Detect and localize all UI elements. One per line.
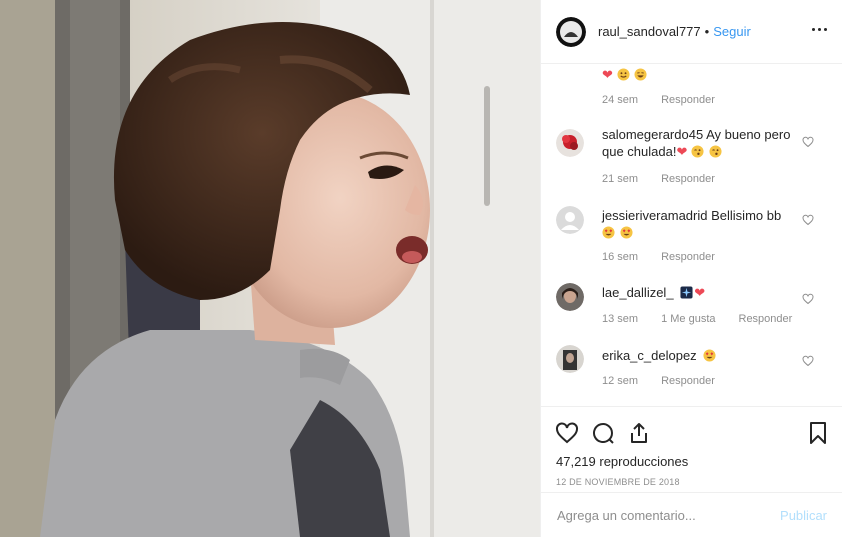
- comment-like-icon[interactable]: [802, 355, 814, 367]
- heart-outline-icon[interactable]: [555, 421, 579, 445]
- heart-emoji: ❤: [694, 285, 706, 300]
- comment-bubble-icon[interactable]: [591, 421, 615, 445]
- comments-list[interactable]: ❤ 24 sem Responder salomegerardo45 Ay bu…: [541, 64, 842, 406]
- comment-like-icon[interactable]: [802, 136, 814, 148]
- instagram-post: raul_sandoval777 • Seguir ❤ 24 sem Respo…: [0, 0, 842, 537]
- cabinet-handle: [484, 86, 490, 206]
- heart-emoji: ❤: [676, 144, 688, 159]
- comment-text: ❤: [602, 66, 802, 83]
- comment-username[interactable]: lae_dallizel_: [602, 285, 674, 300]
- reply-button[interactable]: Responder: [661, 375, 715, 387]
- comment-time: 21 sem: [602, 173, 639, 185]
- comment-text: jessieriveramadrid Bellisimo bb: [602, 207, 802, 241]
- commenter-avatar[interactable]: [556, 345, 584, 373]
- kiss-face-emoji: [691, 145, 704, 158]
- comment-meta: 12 sem Responder: [602, 375, 715, 387]
- comment-meta: 24 sem Responder: [602, 94, 715, 106]
- comment-time: 24 sem: [602, 94, 639, 106]
- comment-username[interactable]: jessieriveramadrid: [602, 208, 707, 223]
- reply-button[interactable]: Responder: [739, 313, 793, 325]
- sparkle-box-emoji: [680, 286, 693, 299]
- heart-eyes-face-emoji: [703, 349, 716, 362]
- view-count[interactable]: 47,219 reproducciones: [556, 454, 688, 469]
- heart-eyes-face-emoji: [602, 226, 615, 239]
- reply-button[interactable]: Responder: [661, 251, 715, 263]
- comment-text: salomegerardo45 Ay bueno pero que chulad…: [602, 126, 802, 160]
- author-username[interactable]: raul_sandoval777: [598, 24, 701, 39]
- comment-meta: 21 sem Responder: [602, 173, 715, 185]
- follow-button[interactable]: Seguir: [713, 24, 751, 39]
- comment-like-icon[interactable]: [802, 214, 814, 226]
- reply-button[interactable]: Responder: [661, 94, 715, 106]
- reply-button[interactable]: Responder: [661, 173, 715, 185]
- author-avatar[interactable]: [556, 16, 586, 47]
- comment-username[interactable]: salomegerardo45: [602, 127, 703, 142]
- comment-like-icon[interactable]: [802, 293, 814, 305]
- heart-eyes-face-emoji: [620, 226, 633, 239]
- post-side-panel: raul_sandoval777 • Seguir ❤ 24 sem Respo…: [540, 0, 842, 537]
- share-upload-icon[interactable]: [627, 421, 651, 445]
- post-date: 12 DE NOVIEMBRE DE 2018: [556, 477, 680, 487]
- comment-text: erika_c_delopez: [602, 347, 802, 364]
- video-player[interactable]: [0, 0, 540, 537]
- comment-body: Bellisimo bb: [711, 208, 782, 223]
- comment-time: 12 sem: [602, 375, 639, 387]
- bookmark-icon[interactable]: [806, 421, 830, 445]
- comment-username[interactable]: erika_c_delopez: [602, 348, 697, 363]
- commenter-avatar[interactable]: [556, 283, 584, 311]
- video-frame: [0, 0, 540, 537]
- comment-time: 16 sem: [602, 251, 639, 263]
- comment-text: lae_dallizel_ ❤: [602, 284, 802, 301]
- smile-face-emoji: [616, 68, 630, 81]
- comment-input[interactable]: [557, 507, 781, 523]
- heart-emoji: ❤: [602, 67, 613, 82]
- more-options-icon[interactable]: [812, 28, 827, 31]
- post-actions: 47,219 reproducciones 12 DE NOVIEMBRE DE…: [541, 406, 842, 492]
- comment-meta: 13 sem 1 Me gusta Responder: [602, 313, 792, 325]
- comment-likes[interactable]: 1 Me gusta: [661, 313, 715, 325]
- commenter-avatar[interactable]: [556, 129, 584, 157]
- add-comment-bar: Publicar: [541, 492, 842, 537]
- post-header: raul_sandoval777 • Seguir: [541, 0, 842, 64]
- cabinet-seam: [430, 0, 434, 537]
- comment-time: 13 sem: [602, 313, 639, 325]
- publish-button[interactable]: Publicar: [780, 508, 827, 523]
- kiss-face-emoji: [709, 145, 722, 158]
- separator-dot: •: [704, 24, 710, 39]
- commenter-avatar-default[interactable]: [556, 206, 584, 234]
- laugh-face-emoji: [634, 68, 647, 81]
- comment-meta: 16 sem Responder: [602, 251, 715, 263]
